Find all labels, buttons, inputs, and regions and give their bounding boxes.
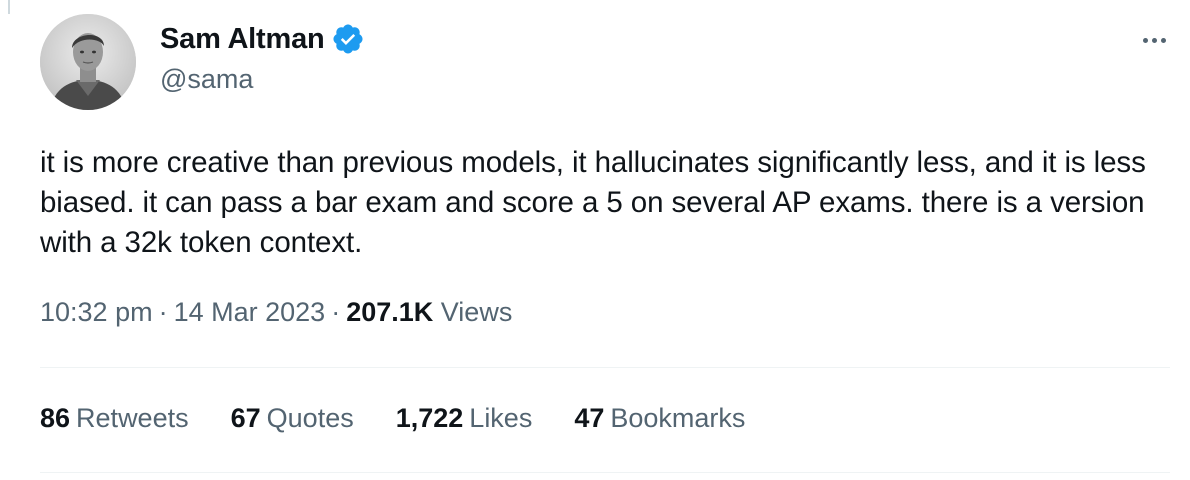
author-block: Sam Altman @sama xyxy=(160,20,365,95)
more-options-icon xyxy=(1142,37,1148,43)
likes-count: 1,722 xyxy=(395,403,464,433)
more-options-icon-dot xyxy=(1160,37,1166,43)
views-count: 207.1K xyxy=(346,297,434,327)
more-options-button[interactable] xyxy=(1136,28,1172,52)
avatar[interactable] xyxy=(40,14,136,110)
retweets-stat[interactable]: 86 Retweets xyxy=(40,403,189,434)
tweet-time[interactable]: 10:32 pm xyxy=(40,297,153,327)
author-handle[interactable]: @sama xyxy=(160,64,365,95)
quotes-stat[interactable]: 67 Quotes xyxy=(231,403,354,434)
more-options-icon-dot xyxy=(1151,37,1157,43)
quotes-label: Quotes xyxy=(266,403,354,433)
bookmarks-count: 47 xyxy=(574,403,605,433)
bookmarks-label: Bookmarks xyxy=(610,403,746,433)
meta-separator: · xyxy=(158,297,168,327)
engagement-stats: 86 Retweets 67 Quotes 1,722 Likes 47 Bookmar… xyxy=(40,403,787,434)
tweet-date[interactable]: 14 Mar 2023 xyxy=(174,297,326,327)
meta-separator: · xyxy=(331,297,341,327)
author-display-name[interactable]: Sam Altman xyxy=(160,23,325,56)
author-name-row: Sam Altman xyxy=(160,20,365,58)
likes-stat[interactable]: 1,722 Likes xyxy=(396,403,533,434)
tweet-metadata: 10:32 pm · 14 Mar 2023 · 207.1K Views xyxy=(40,297,512,328)
likes-label: Likes xyxy=(469,403,533,433)
thread-connector-line xyxy=(8,0,10,14)
divider xyxy=(40,367,1170,368)
views-label: Views xyxy=(440,297,513,327)
quotes-count: 67 xyxy=(230,403,261,433)
bookmarks-stat[interactable]: 47 Bookmarks xyxy=(574,403,745,434)
tweet-text: it is more creative than previous models… xyxy=(40,146,1146,259)
retweets-count: 86 xyxy=(40,403,71,433)
avatar-photo xyxy=(40,14,136,110)
retweets-label: Retweets xyxy=(76,403,189,433)
divider xyxy=(40,472,1170,473)
verified-badge-icon[interactable] xyxy=(331,22,365,56)
